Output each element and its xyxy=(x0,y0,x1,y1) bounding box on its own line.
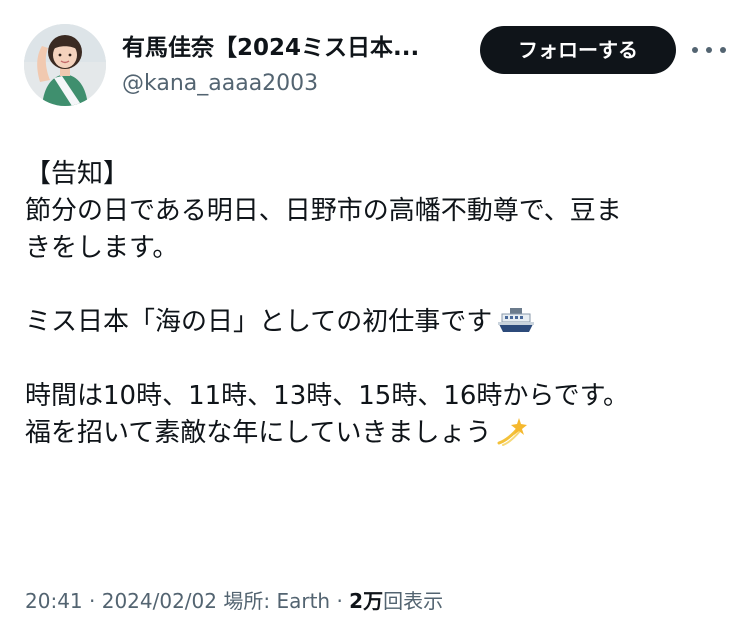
tweet-line: 福を招いて素敵な年にしていきましょう xyxy=(25,418,492,448)
tweet-line: きをします。 xyxy=(25,233,179,263)
tweet-line-with-emoji: ミス日本「海の日」としての初仕事です xyxy=(25,304,725,341)
avatar[interactable] xyxy=(24,24,106,106)
tweet-line: ミス日本「海の日」としての初仕事です xyxy=(25,307,493,337)
meta-separator: · xyxy=(336,589,343,613)
tweet-text: 【告知】 節分の日である明日、日野市の高幡不動尊で、豆ま きをします。 ミス日本… xyxy=(25,156,725,452)
tweet-meta: 20:41 · 2024/02/02 場所: Earth · 2万回表示 xyxy=(25,586,443,616)
tweet-date[interactable]: 2024/02/02 xyxy=(102,589,217,613)
dizzy-emoji xyxy=(495,415,528,458)
tweet-line: 【告知】 xyxy=(25,159,130,189)
more-dot xyxy=(720,47,726,53)
tweet-location: 場所: Earth xyxy=(223,589,331,613)
more-dot xyxy=(706,47,712,53)
more-dot xyxy=(692,47,698,53)
follow-button[interactable]: フォローする xyxy=(480,26,676,74)
views-count[interactable]: 2万 xyxy=(349,589,383,613)
tweet-line-with-emoji: 福を招いて素敵な年にしていきましょう xyxy=(25,415,725,452)
views-label[interactable]: 回表示 xyxy=(383,589,443,613)
user-handle[interactable]: @kana_aaaa2003 xyxy=(122,68,318,100)
tweet-time[interactable]: 20:41 xyxy=(25,589,83,613)
meta-separator: · xyxy=(89,589,96,613)
tweet-line: 節分の日である明日、日野市の高幡不動尊で、豆ま xyxy=(25,196,622,226)
tweet-line: 時間は10時、11時、13時、15時、16時からです。 xyxy=(25,381,630,411)
ship-emoji xyxy=(496,306,536,347)
user-display-name[interactable]: 有馬佳奈【2024ミス日本... xyxy=(122,31,467,65)
more-icon[interactable] xyxy=(692,36,726,64)
